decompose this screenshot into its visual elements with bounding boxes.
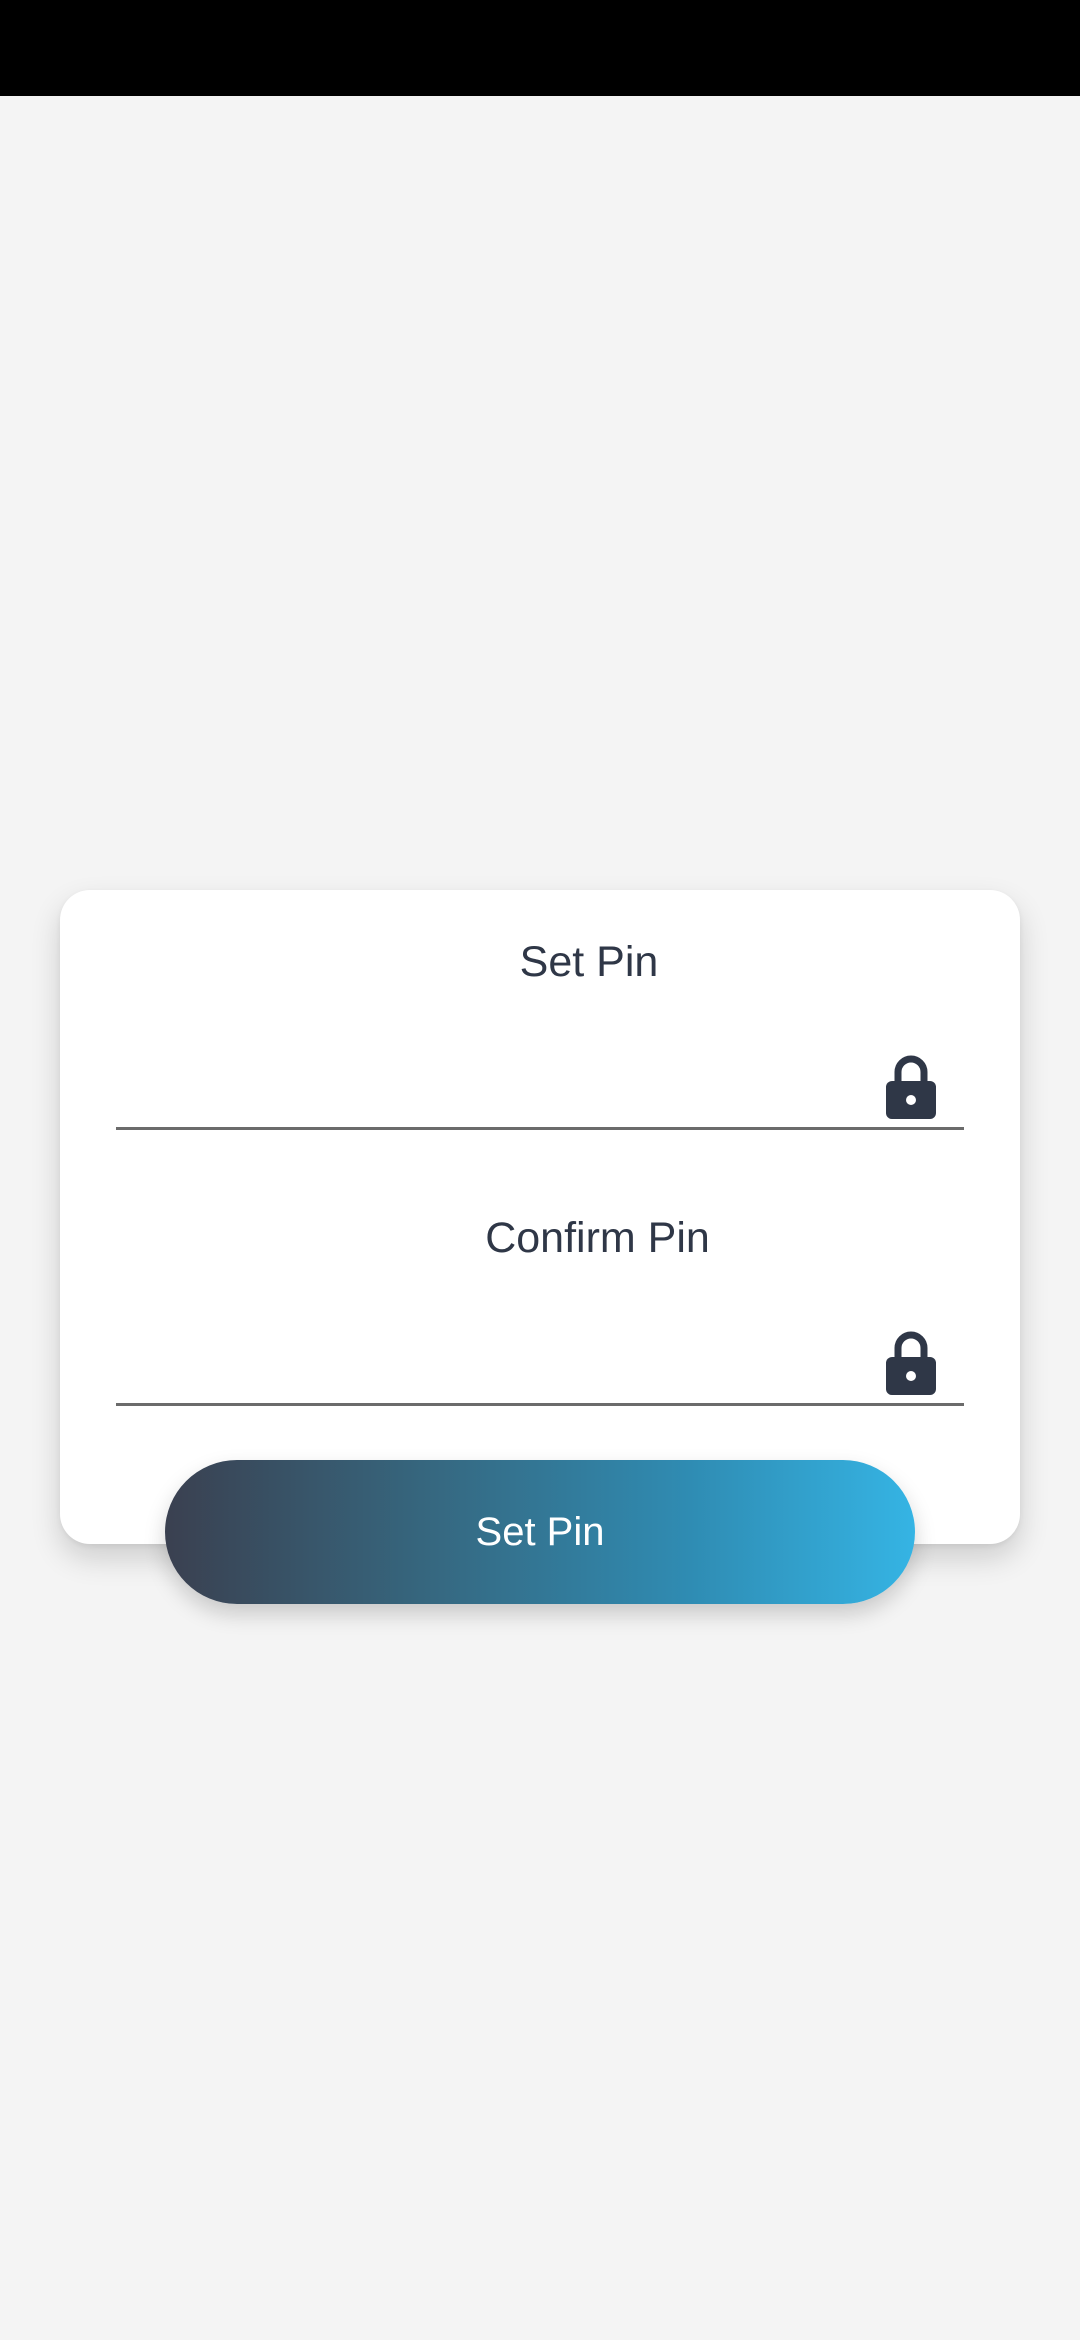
confirm-pin-input[interactable] [116,1310,896,1406]
set-pin-input[interactable] [116,1034,896,1130]
status-bar [0,0,1080,96]
lock-icon [886,1055,936,1119]
confirm-pin-field[interactable] [116,1310,964,1406]
lock-icon [886,1331,936,1395]
set-pin-label: Set Pin [519,938,659,986]
pin-card: Set Pin Confirm Pin [60,890,1020,1544]
set-pin-field[interactable] [116,1034,964,1130]
set-pin-button[interactable]: Set Pin [165,1460,915,1604]
confirm-pin-label: Confirm Pin [485,1214,710,1262]
